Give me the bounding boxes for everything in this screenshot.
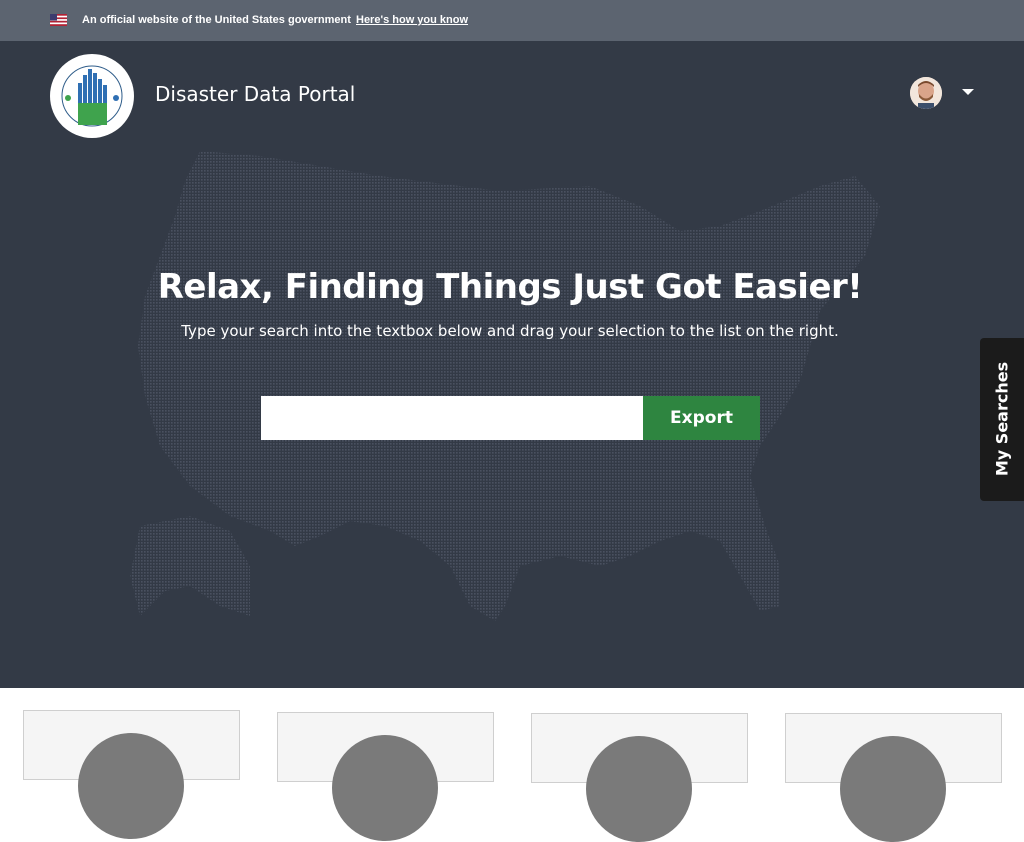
search-input[interactable] <box>261 396 643 440</box>
gov-banner: An official website of the United States… <box>0 0 1024 41</box>
hud-seal-logo <box>50 54 134 138</box>
card-image-placeholder <box>78 733 184 839</box>
how-you-know-link[interactable]: Here's how you know <box>356 14 468 26</box>
gov-banner-text: An official website of the United States… <box>82 14 351 26</box>
hero-subline: Type your search into the textbox below … <box>181 322 839 340</box>
card[interactable] <box>277 712 494 841</box>
site-title[interactable]: Disaster Data Portal <box>155 82 355 106</box>
user-menu-caret-icon[interactable] <box>962 89 974 95</box>
my-searches-tab[interactable]: My Searches <box>980 338 1024 501</box>
card[interactable] <box>785 713 1002 842</box>
card-image-placeholder <box>332 735 438 841</box>
us-flag-icon <box>50 14 67 26</box>
card[interactable] <box>531 713 748 842</box>
card-image-placeholder <box>586 736 692 842</box>
user-avatar[interactable] <box>910 77 942 109</box>
my-searches-label: My Searches <box>992 361 1012 477</box>
card-image-placeholder <box>840 736 946 842</box>
hero-headline: Relax, Finding Things Just Got Easier! <box>157 267 863 307</box>
hero-section: Disaster Data Portal Relax, Finding Thin… <box>0 41 1024 688</box>
export-button[interactable]: Export <box>643 396 760 440</box>
card[interactable] <box>23 710 240 839</box>
